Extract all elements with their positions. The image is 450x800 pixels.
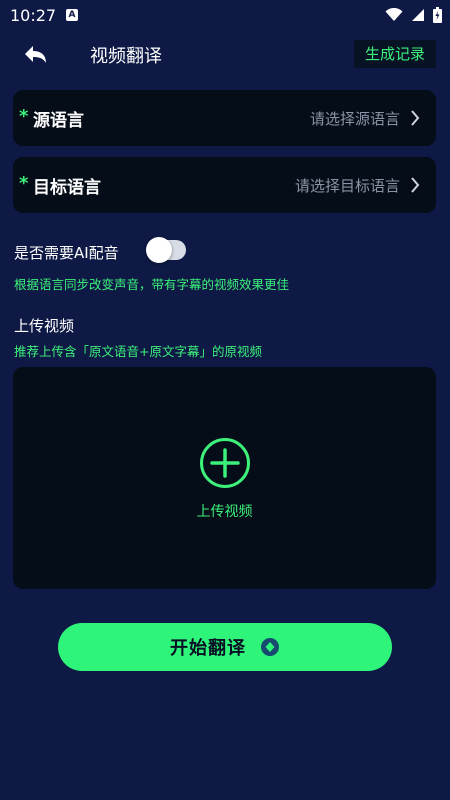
- ai-dubbing-hint: 根据语言同步改变声音，带有字幕的视频效果更佳: [14, 277, 290, 292]
- app-bar: 视频翻译 生成记录: [0, 34, 450, 74]
- ai-dubbing-label: 是否需要AI配音: [14, 244, 119, 262]
- status-icons: [385, 7, 442, 23]
- source-language-select[interactable]: * 源语言 请选择源语言: [13, 90, 436, 146]
- start-translation-label: 开始翻译: [170, 638, 246, 659]
- toggle-knob: [146, 237, 172, 263]
- required-mark: *: [19, 173, 29, 194]
- signal-icon: [412, 9, 424, 21]
- battery-icon: [433, 7, 442, 23]
- a-notification-icon: A: [66, 9, 78, 21]
- target-language-placeholder: 请选择目标语言: [294, 177, 400, 195]
- chevron-right-icon: [411, 110, 420, 126]
- chevron-right-icon: [411, 177, 420, 193]
- source-language-label: 源语言: [33, 111, 84, 131]
- diamond-badge-icon: [261, 638, 279, 656]
- required-mark: *: [19, 106, 29, 127]
- start-translation-button[interactable]: 开始翻译: [58, 623, 392, 671]
- upload-section-title: 上传视频: [14, 317, 75, 335]
- status-bar: 10:27 A: [0, 0, 450, 32]
- target-language-label: 目标语言: [33, 178, 101, 198]
- status-time: 10:27: [10, 6, 57, 25]
- source-language-placeholder: 请选择源语言: [309, 110, 400, 128]
- wifi-icon: [385, 8, 403, 21]
- back-arrow-icon[interactable]: [22, 42, 50, 66]
- ai-dubbing-toggle[interactable]: [146, 237, 186, 263]
- upload-button-label: 上传视频: [196, 504, 253, 520]
- page-title: 视频翻译: [90, 46, 162, 67]
- upload-hint: 推荐上传含「原文语音+原文字幕」的原视频: [14, 344, 262, 359]
- records-button[interactable]: 生成记录: [353, 40, 436, 68]
- plus-circle-icon: [200, 438, 250, 488]
- target-language-select[interactable]: * 目标语言 请选择目标语言: [13, 157, 436, 213]
- upload-video-area[interactable]: 上传视频: [13, 367, 436, 589]
